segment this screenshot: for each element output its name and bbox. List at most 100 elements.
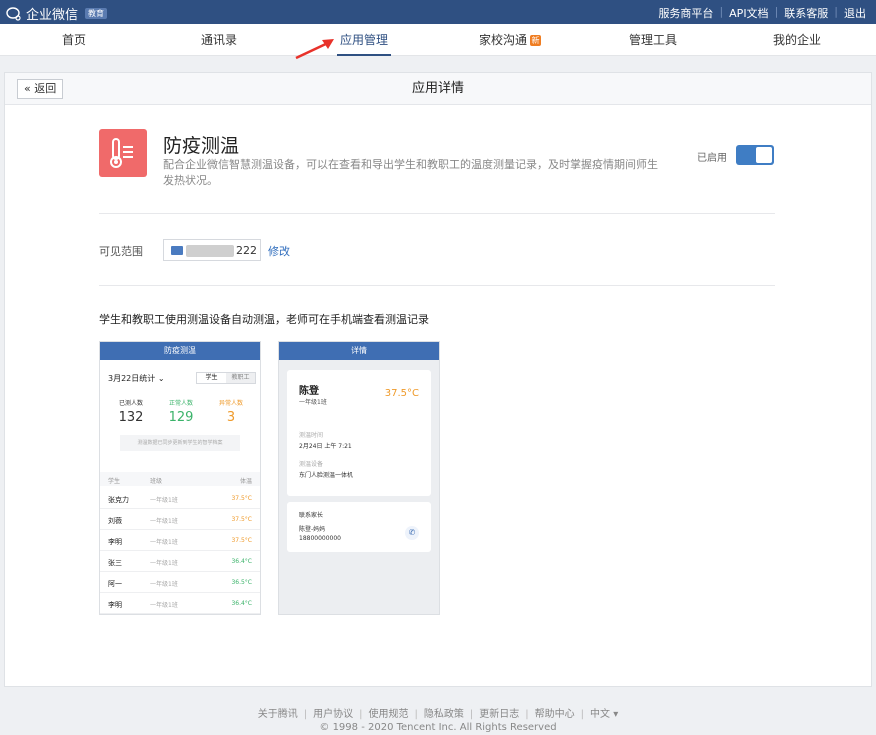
separator: | [359,709,363,720]
wecom-logo[interactable]: 企业微信 教育 [6,4,108,23]
top-bar: 企业微信 教育 服务商平台 | API文档 | 联系客服 | 退出 [0,0,876,24]
edu-badge: 教育 [85,8,108,19]
footer-about[interactable]: 关于腾讯 [258,709,298,720]
time-value: 2月24日 上午 7:21 [299,443,352,450]
phone-title: 详情 [279,342,439,360]
footer-privacy[interactable]: 隐私政策 [424,709,464,720]
stat-label: 正常人数 [168,400,193,407]
wecom-logo-icon [6,6,21,21]
blurred-text [186,245,234,257]
nav-app-management-label: 应用管理 [339,33,388,47]
student-class: 一年级1班 [150,602,178,609]
stat-date-label: 3月22日统计 [108,374,156,383]
separator: | [580,709,585,720]
person-class: 一年级1班 [299,399,327,406]
header-temp: 体温 [239,478,252,485]
nav-contacts-label: 通讯录 [200,33,237,47]
chevron-down-icon: ⌄ [157,374,165,383]
folder-icon [171,246,183,255]
link-partner-platform[interactable]: 服务商平台 [652,5,719,21]
back-button-label: 返回 [34,82,57,95]
link-api-docs[interactable]: API文档 [723,5,774,21]
detail-card: 陈登 一年级1班 37.5°C 测温时间 2月24日 上午 7:21 测温设备 … [287,370,431,496]
student-class: 一年级1班 [150,560,178,567]
nav-my-enterprise-label: 我的企业 [772,33,821,47]
back-button[interactable]: « 返回 [17,79,64,99]
segment-control: 学生 教职工 [196,372,256,384]
nav-home-school[interactable]: 家校沟通新 [455,24,565,56]
nav-home-label: 首页 [61,33,86,47]
table-header: 学生 班级 体温 [100,472,260,486]
stat-item: 正常人数 129 [156,398,206,425]
device-label: 测温设备 [299,461,324,468]
feature-description: 学生和教职工使用测温设备自动测温，老师可在手机端查看测温记录 [99,313,429,326]
double-chevron-left-icon: « [24,82,31,95]
table-row: 刘薇 一年级1班 37.5°C [100,509,260,530]
footer-help[interactable]: 帮助中心 [535,709,575,720]
table-row: 李明 一年级1班 36.4°C [100,593,260,614]
app-name: 防疫测温 [163,135,240,157]
footer-changelog[interactable]: 更新日志 [479,709,519,720]
stat-value: 129 [168,410,194,425]
app-detail-card: 应用详情 « 返回 防疫测温 配合企业微信智慧测温设备，可以在查看和导出学生和教… [4,72,872,687]
divider [99,285,775,286]
student-name: 阿一 [108,580,122,588]
person-temp: 37.5°C [384,388,419,399]
phone-title: 防疫测温 [100,342,260,360]
nav-my-enterprise[interactable]: 我的企业 [742,24,852,56]
nav-home-school-label: 家校沟通 [478,33,527,47]
time-label: 测温时间 [299,432,324,439]
table-row: 张三 一年级1班 36.4°C [100,551,260,572]
stat-label: 异常人数 [218,400,243,407]
app-description: 配合企业微信智慧测温设备，可以在查看和导出学生和教职工的温度测量记录，及时掌握疫… [163,158,658,187]
sync-hint: 测温数据已同步更新到学生的智学档案 [120,435,240,451]
red-arrow-icon [295,39,334,60]
separator: | [414,709,418,720]
nav-management-tools-label: 管理工具 [628,33,677,47]
app-icon [99,129,147,177]
person-name: 陈登 [299,386,319,397]
visible-scope-field[interactable]: 222 [163,239,261,261]
stat-item: 异常人数 3 [206,398,256,425]
table-row: 李明 一年级1班 37.5°C [100,530,260,551]
modify-scope-link[interactable]: 修改 [268,243,290,259]
stat-date: 3月22日统计 ⌄ [108,373,165,384]
tab-students: 学生 [197,373,226,383]
page-title: 应用详情 [411,81,464,96]
language-select[interactable]: 中文 ▾ [590,709,618,720]
enable-toggle[interactable] [736,145,774,165]
contact-name: 陈登-妈妈 [299,526,326,533]
table-row: 阿一 一年级1班 36.5°C [100,572,260,593]
stat-label: 已测人数 [118,400,143,407]
visible-scope-label: 可见范围 [99,245,143,258]
student-class: 一年级1班 [150,518,178,525]
contact-card: 联系家长 陈登-妈妈 18800000000 ✆ [287,502,431,552]
link-logout[interactable]: 退出 [838,5,872,21]
nav-management-tools[interactable]: 管理工具 [598,24,708,56]
student-class: 一年级1班 [150,581,178,588]
separator: | [303,709,308,720]
copyright: © 1998 - 2020 Tencent Inc. All Rights Re… [319,722,557,733]
student-class: 一年级1班 [150,497,178,504]
footer-agreement[interactable]: 用户协议 [313,709,353,720]
link-contact-support[interactable]: 联系客服 [778,5,834,21]
new-badge: 新 [530,35,541,46]
nav-home[interactable]: 首页 [19,24,129,56]
student-temp: 36.5°C [231,579,252,586]
phone-preview-stats: 防疫测温 3月22日统计 ⌄ 学生 教职工 已测人数 132 正常人数 129 异常人数… [99,341,261,615]
phone-call-icon: ✆ [405,526,419,540]
student-class: 一年级1班 [150,539,178,546]
contact-phone: 18800000000 [299,535,341,542]
student-temp: 36.4°C [231,558,252,565]
student-name: 张三 [108,559,122,567]
header-class: 班级 [150,478,163,485]
top-links: 服务商平台 | API文档 | 联系客服 | 退出 [652,5,872,21]
nav-contacts[interactable]: 通讯录 [164,24,274,56]
footer-usage-rules[interactable]: 使用规范 [369,709,409,720]
stat-item: 已测人数 132 [106,398,156,425]
separator: | [469,709,474,720]
student-temp: 37.5°C [231,537,252,544]
stat-value: 3 [226,410,236,425]
main-nav: 首页 通讯录 应用管理 家校沟通新 管理工具 我的企业 [0,24,876,56]
student-temp: 36.4°C [231,600,252,607]
